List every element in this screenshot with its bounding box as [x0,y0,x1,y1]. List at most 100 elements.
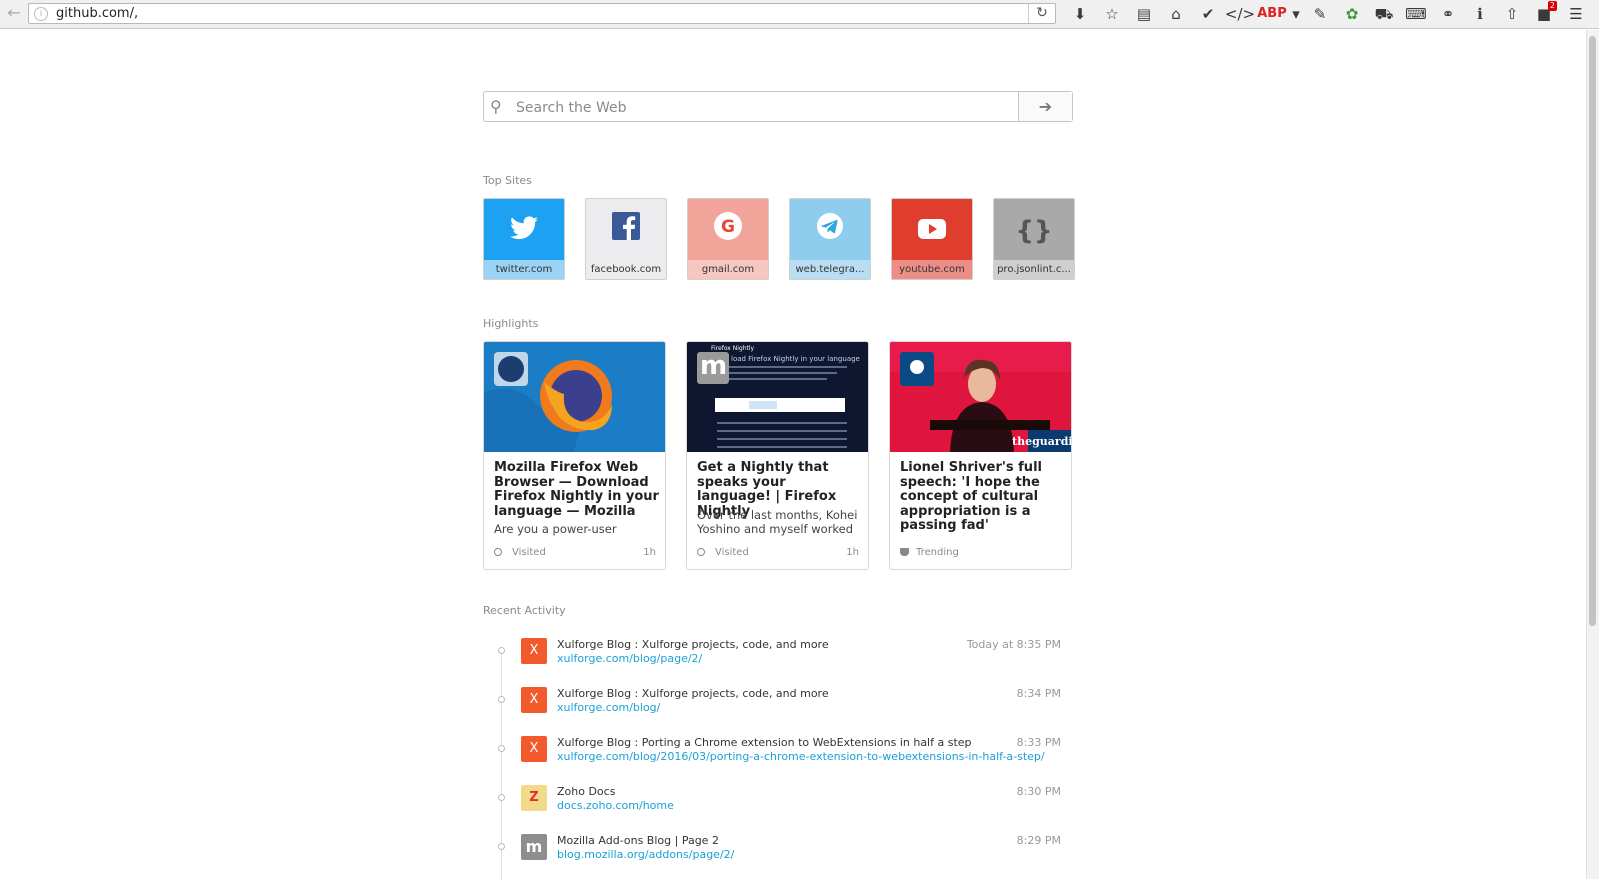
activity-item[interactable]: m Mozilla Add-ons Blog | Page 2 blog.moz… [483,826,1073,866]
url-bar[interactable]: i github.com/, ↻ [28,3,1056,24]
activity-url[interactable]: xulforge.com/blog/2016/03/porting-a-chro… [557,750,1045,763]
highlights-heading: Highlights [483,317,539,330]
timeline-dot [498,843,505,850]
activity-time: 8:33 PM [1016,736,1061,749]
site-favicon: Z [521,785,547,811]
site-info-icon[interactable]: i [34,7,48,21]
share-icon[interactable]: ⇧ [1496,2,1528,26]
page-scrollbar[interactable] [1586,30,1599,879]
card-thumbnail-header: Firefox Nightly [711,345,755,352]
arrow-right-icon: ➔ [1038,97,1053,116]
card-title: Mozilla Firefox Web Browser — Download F… [494,460,659,519]
site-favicon: m [521,834,547,860]
top-site-tile-facebook[interactable]: facebook.com [585,198,667,280]
activity-time: 8:34 PM [1016,687,1061,700]
card-title: Lionel Shriver's full speech: 'I hope th… [900,460,1042,533]
top-site-label: gmail.com [688,260,768,279]
activity-url[interactable]: xulforge.com/blog/ [557,701,660,714]
top-sites-grid: twitter.com facebook.com G gmail.com web… [483,198,1075,280]
card-thumbnail-subheader: load Firefox Nightly in your language [731,355,860,363]
top-site-label: pro.jsonlint.c... [994,260,1074,279]
puzzle-icon[interactable]: ✿ [1336,2,1368,26]
dropdown-arrow-icon[interactable]: ▾ [1288,2,1304,26]
highlight-card[interactable]: Mozilla Firefox Web Browser — Download F… [483,341,666,570]
info-icon[interactable]: ℹ [1464,2,1496,26]
card-footer: Visited 1h [494,547,656,558]
car-icon[interactable]: ⛟ [1368,2,1400,26]
bookmark-star-icon[interactable]: ☆ [1096,2,1128,26]
top-site-label: twitter.com [484,260,564,279]
reload-icon[interactable]: ↻ [1028,4,1055,23]
activity-url[interactable]: xulforge.com/blog/page/2/ [557,652,702,665]
web-search-box: ⚲ ➔ [483,91,1073,122]
card-age: 1h [643,547,656,558]
notepad-icon[interactable]: ✎ [1304,2,1336,26]
search-icon: ⚲ [490,97,502,116]
top-site-label: youtube.com [892,260,972,279]
browser-toolbar: ← i github.com/, ↻ ⬇ ☆ ▤ ⌂ ✔ </> ABP ▾ ✎… [0,0,1599,29]
card-status: Visited [512,547,546,558]
activity-time: 8:30 PM [1016,785,1061,798]
keyboard-icon[interactable]: ⌨ [1400,2,1432,26]
top-site-tile-jsonlint[interactable]: {} pro.jsonlint.c... [993,198,1075,280]
card-thumbnail-letter: m [700,351,728,381]
activity-time: Today at 8:35 PM [966,638,1061,651]
highlight-card[interactable]: theguardia Lionel Shriver's full speech:… [889,341,1072,570]
activity-title: Mozilla Add-ons Blog | Page 2 [557,834,719,847]
youtube-icon [892,211,972,251]
card-footer: Trending [900,547,1062,558]
card-description: Over the last months, Kohei Yoshino and … [697,508,858,536]
activity-item[interactable]: X Xulforge Blog : Xulforge projects, cod… [483,630,1073,670]
timeline-dot [498,745,505,752]
menu-icon[interactable]: ☰ [1560,2,1592,26]
top-site-label: web.telegra... [790,260,870,279]
globe-icon[interactable]: ⚭ [1432,2,1464,26]
search-go-button[interactable]: ➔ [1018,92,1072,121]
pocket-icon [900,548,909,556]
card-age: 1h [846,547,859,558]
scrollbar-thumb[interactable] [1589,36,1596,626]
activity-item[interactable]: Z Zoho Docs docs.zoho.com/home 8:30 PM [483,777,1073,817]
search-input[interactable] [514,96,998,120]
card-thumbnail-brand: theguardia [1012,435,1071,448]
card-thumbnail-nightly: m Firefox Nightly load Firefox Nightly i… [687,342,868,452]
card-status: Visited [715,547,749,558]
card-description: Are you a power-user [494,522,617,536]
visited-icon [494,548,502,556]
back-arrow-icon[interactable]: ← [4,3,24,23]
highlight-card[interactable]: m Firefox Nightly load Firefox Nightly i… [686,341,869,570]
activity-time: 8:29 PM [1016,834,1061,847]
reading-list-icon[interactable]: ▤ [1128,2,1160,26]
highlights-grid: Mozilla Firefox Web Browser — Download F… [483,341,1072,570]
activity-url[interactable]: docs.zoho.com/home [557,799,674,812]
toolbar-icons: ⬇ ☆ ▤ ⌂ ✔ </> ABP ▾ ✎ ✿ ⛟ ⌨ ⚭ ℹ ⇧ ■ 2 ☰ [1064,1,1592,26]
activity-title: Xulforge Blog : Xulforge projects, code,… [557,638,829,651]
top-sites-heading: Top Sites [483,174,532,187]
top-site-tile-twitter[interactable]: twitter.com [483,198,565,280]
code-icon[interactable]: </> [1224,2,1256,26]
download-icon[interactable]: ⬇ [1064,2,1096,26]
card-footer: Visited 1h [697,547,859,558]
notification-icon[interactable]: ■ 2 [1528,1,1560,26]
home-icon[interactable]: ⌂ [1160,2,1192,26]
adblock-icon[interactable]: ABP [1256,2,1288,26]
top-site-tile-youtube[interactable]: youtube.com [891,198,973,280]
site-favicon: X [521,638,547,664]
facebook-icon [586,211,666,251]
recent-activity-heading: Recent Activity [483,604,566,617]
timeline-dot [498,647,505,654]
activity-item[interactable]: X Xulforge Blog : Porting a Chrome exten… [483,728,1073,768]
url-text[interactable]: github.com/, [56,6,138,21]
twitter-icon [484,211,564,251]
check-circle-icon[interactable]: ✔ [1192,2,1224,26]
top-site-tile-gmail[interactable]: G gmail.com [687,198,769,280]
telegram-icon [790,211,870,252]
card-thumbnail-firefox [484,342,665,452]
activity-title: Xulforge Blog : Porting a Chrome extensi… [557,736,972,749]
activity-item[interactable]: X Xulforge Blog : Xulforge projects, cod… [483,679,1073,719]
site-favicon: X [521,736,547,762]
notification-badge: 2 [1547,1,1557,11]
top-site-tile-telegram[interactable]: web.telegra... [789,198,871,280]
activity-url[interactable]: blog.mozilla.org/addons/page/2/ [557,848,734,861]
card-thumbnail-guardian: theguardia [890,342,1071,452]
